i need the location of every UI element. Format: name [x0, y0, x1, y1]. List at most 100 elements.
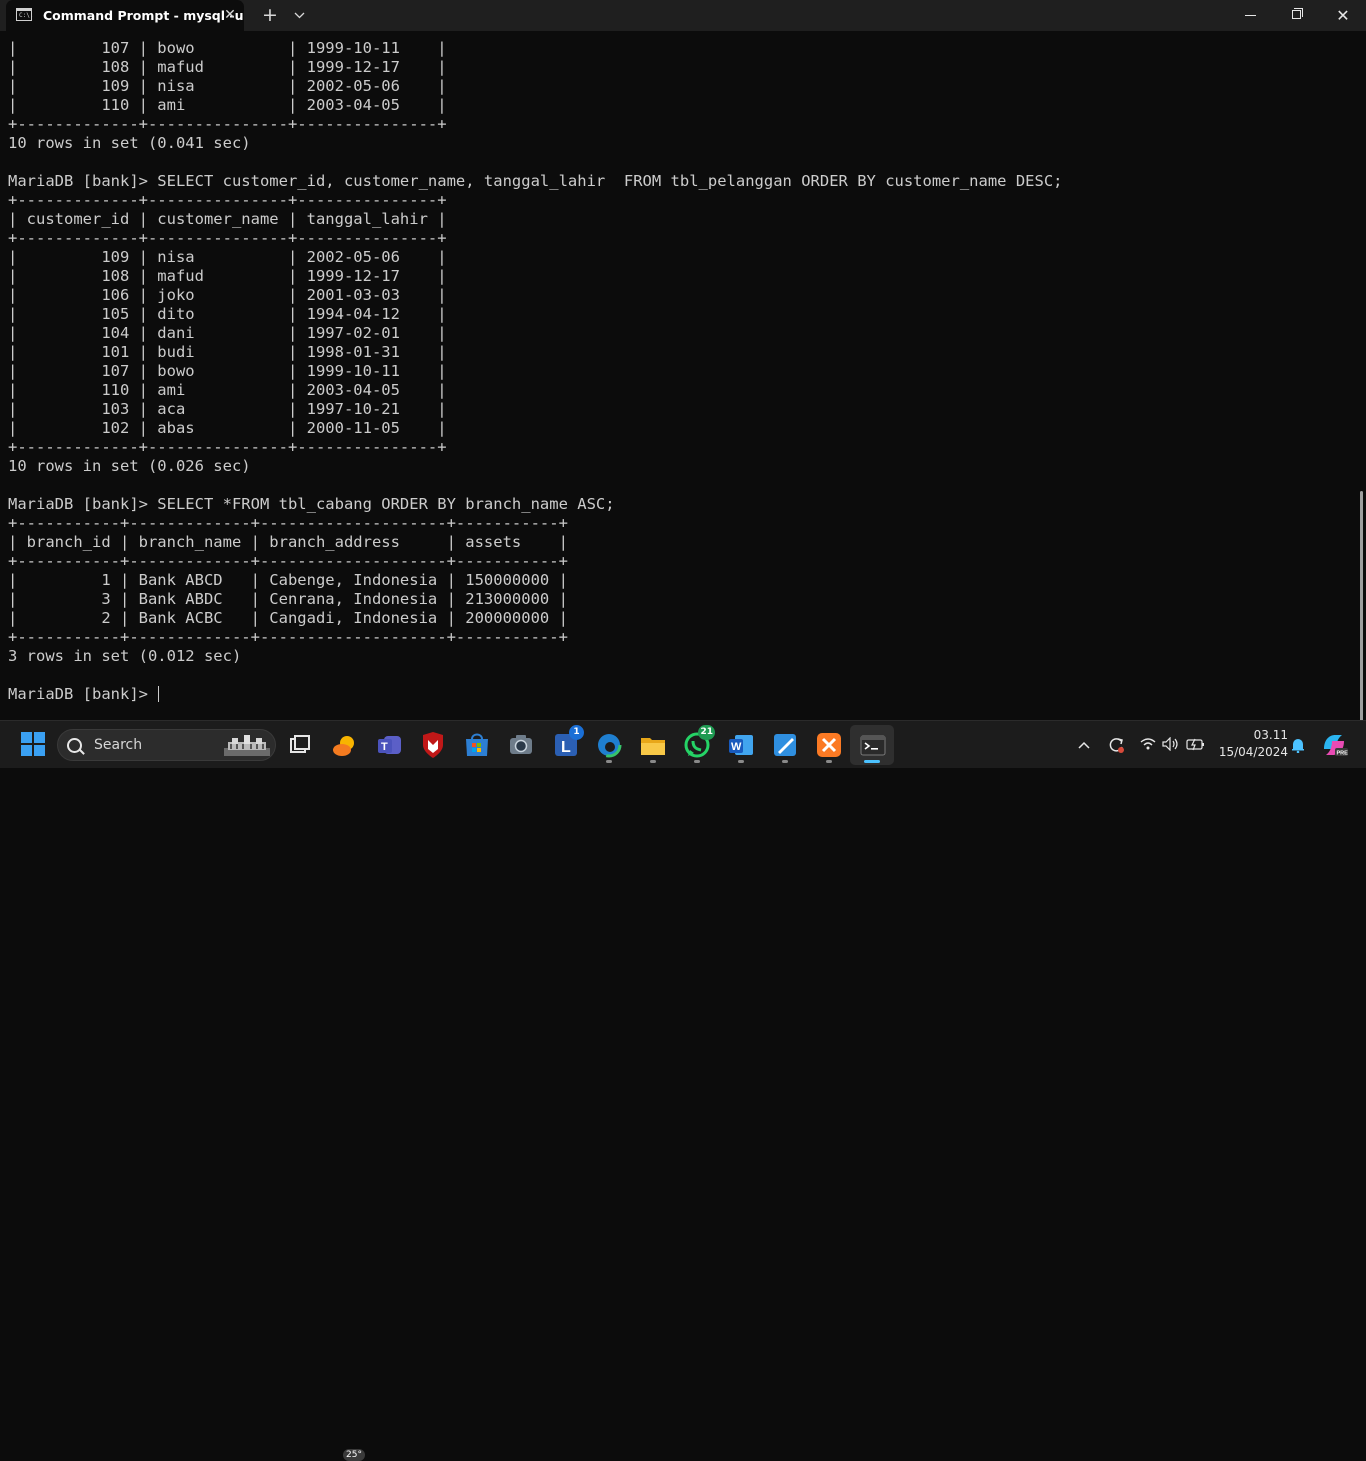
console-line: | 1 | Bank ABCD | Cabenge, Indonesia | 1… [8, 571, 568, 589]
console-line: | 103 | aca | 1997-10-21 | [8, 400, 447, 418]
clock[interactable]: 03.11 15/04/2024 [1214, 727, 1288, 761]
word-icon[interactable]: W [725, 729, 757, 761]
svg-text:T: T [381, 741, 388, 753]
edge-icon[interactable] [593, 729, 625, 761]
console-line: | 3 | Bank ABDC | Cenrana, Indonesia | 2… [8, 590, 568, 608]
console-line: +-------------+---------------+---------… [8, 438, 447, 456]
console-line: | branch_id | branch_name | branch_addre… [8, 533, 568, 551]
windows-logo-pane [21, 745, 32, 756]
task-view-icon[interactable] [283, 729, 315, 761]
search-icon [67, 738, 82, 753]
console-line: | 102 | abas | 2000-11-05 | [8, 419, 447, 437]
copilot-icon[interactable]: PRE [1318, 729, 1350, 761]
console-line: +-------------+---------------+---------… [8, 115, 447, 133]
xampp-icon[interactable] [813, 729, 845, 761]
console-line: MariaDB [bank]> SELECT *FROM tbl_cabang … [8, 495, 615, 513]
battery-icon[interactable] [1184, 733, 1208, 757]
minimize-icon [1245, 15, 1256, 16]
console-line: | 108 | mafud | 1999-12-17 | [8, 267, 447, 285]
close-tab-button[interactable]: ✕ [220, 5, 240, 25]
console-output[interactable]: | 107 | bowo | 1999-10-11 | | 108 | mafud… [0, 31, 1366, 720]
chevron-down-icon[interactable] [288, 4, 310, 26]
console-text: | 107 | bowo | 1999-10-11 | | 108 | mafud… [8, 39, 1063, 704]
console-line: MariaDB [bank]> [8, 685, 160, 703]
cmd-icon: C:\. [16, 8, 33, 21]
taskbar: Search 25° T L 1 21 W 03.11 15/04/2024 P… [0, 720, 1366, 1461]
console-line: | 109 | nisa | 2002-05-06 | [8, 248, 447, 266]
console-line: | 110 | ami | 2003-04-05 | [8, 96, 447, 114]
console-line: | 106 | joko | 2001-03-03 | [8, 286, 447, 304]
start-button[interactable] [18, 729, 50, 761]
paint-running-indicator [782, 760, 788, 763]
camera-icon[interactable] [505, 729, 537, 761]
svg-text:W: W [731, 741, 742, 753]
l-app-badge: 1 [569, 725, 584, 740]
windows-logo-icon [21, 732, 32, 743]
terminal-active-indicator [864, 760, 880, 763]
minimize-button[interactable] [1228, 0, 1274, 31]
console-line: | 104 | dani | 1997-02-01 | [8, 324, 447, 342]
wifi-icon[interactable] [1138, 733, 1158, 757]
edge-running-indicator [606, 760, 612, 763]
console-line: | 108 | mafud | 1999-12-17 | [8, 58, 447, 76]
word-running-indicator [738, 760, 744, 763]
console-line: 3 rows in set (0.012 sec) [8, 647, 242, 665]
explorer-running-indicator [650, 760, 656, 763]
notification-bell-icon[interactable] [1288, 733, 1308, 757]
title-bar: C:\. Command Prompt - mysql -u ✕ + ✕ [0, 0, 1366, 31]
weather-temperature: 25° [343, 1449, 365, 1461]
console-line: | 101 | budi | 1998-01-31 | [8, 343, 447, 361]
xampp-running-indicator [826, 760, 832, 763]
close-window-button[interactable]: ✕ [1320, 0, 1366, 31]
tab-title: Command Prompt - mysql -u [43, 8, 244, 23]
whatsapp-icon[interactable]: 21 [681, 725, 715, 761]
windows-logo-pane [34, 732, 45, 743]
whatsapp-running-indicator [694, 760, 700, 763]
console-line: 10 rows in set (0.026 sec) [8, 457, 251, 475]
new-tab-button[interactable]: + [259, 4, 281, 26]
volume-icon[interactable] [1160, 733, 1182, 757]
sync-icon[interactable] [1104, 733, 1128, 757]
console-line: | 110 | ami | 2003-04-05 | [8, 381, 447, 399]
console-line: +-----------+-------------+-------------… [8, 628, 568, 646]
weather-widget-icon[interactable] [329, 729, 361, 761]
console-line: +-----------+-------------+-------------… [8, 552, 568, 570]
microsoft-store-icon[interactable] [461, 729, 493, 761]
clock-date: 15/04/2024 [1218, 745, 1288, 759]
search-box[interactable]: Search [57, 729, 276, 761]
console-line: MariaDB [bank]> SELECT customer_id, cust… [8, 172, 1063, 190]
text-cursor [158, 686, 160, 702]
l-app-icon[interactable]: L 1 [550, 725, 584, 761]
tab-command-prompt[interactable]: C:\. Command Prompt - mysql -u ✕ [6, 0, 244, 31]
show-hidden-icons-button[interactable] [1074, 733, 1094, 757]
search-highlight-image [224, 735, 270, 756]
whatsapp-badge: 21 [698, 725, 715, 740]
svg-text:PRE: PRE [1337, 751, 1349, 757]
mcafee-icon[interactable] [417, 729, 449, 761]
console-line: | 2 | Bank ACBC | Cangadi, Indonesia | 2… [8, 609, 568, 627]
restore-button[interactable] [1274, 0, 1320, 31]
file-explorer-icon[interactable] [637, 729, 669, 761]
console-line: +-------------+---------------+---------… [8, 191, 447, 209]
console-line: | 107 | bowo | 1999-10-11 | [8, 362, 447, 380]
terminal-icon[interactable] [857, 729, 889, 761]
svg-text:L: L [561, 739, 571, 756]
console-line: 10 rows in set (0.041 sec) [8, 134, 251, 152]
chevron-up-icon [1078, 741, 1090, 749]
console-line: | 109 | nisa | 2002-05-06 | [8, 77, 447, 95]
console-line: | 105 | dito | 1994-04-12 | [8, 305, 447, 323]
console-line: | customer_id | customer_name | tanggal_… [8, 210, 447, 228]
restore-icon [1292, 10, 1301, 19]
console-line: | 107 | bowo | 1999-10-11 | [8, 39, 447, 57]
console-line: +-----------+-------------+-------------… [8, 514, 568, 532]
teams-icon[interactable]: T [374, 729, 406, 761]
paint-icon[interactable] [769, 729, 801, 761]
search-label: Search [94, 737, 143, 753]
clock-time: 03.11 [1253, 728, 1288, 742]
windows-logo-pane [34, 745, 45, 756]
console-line: +-------------+---------------+---------… [8, 229, 447, 247]
vertical-scrollbar[interactable] [1360, 491, 1363, 720]
